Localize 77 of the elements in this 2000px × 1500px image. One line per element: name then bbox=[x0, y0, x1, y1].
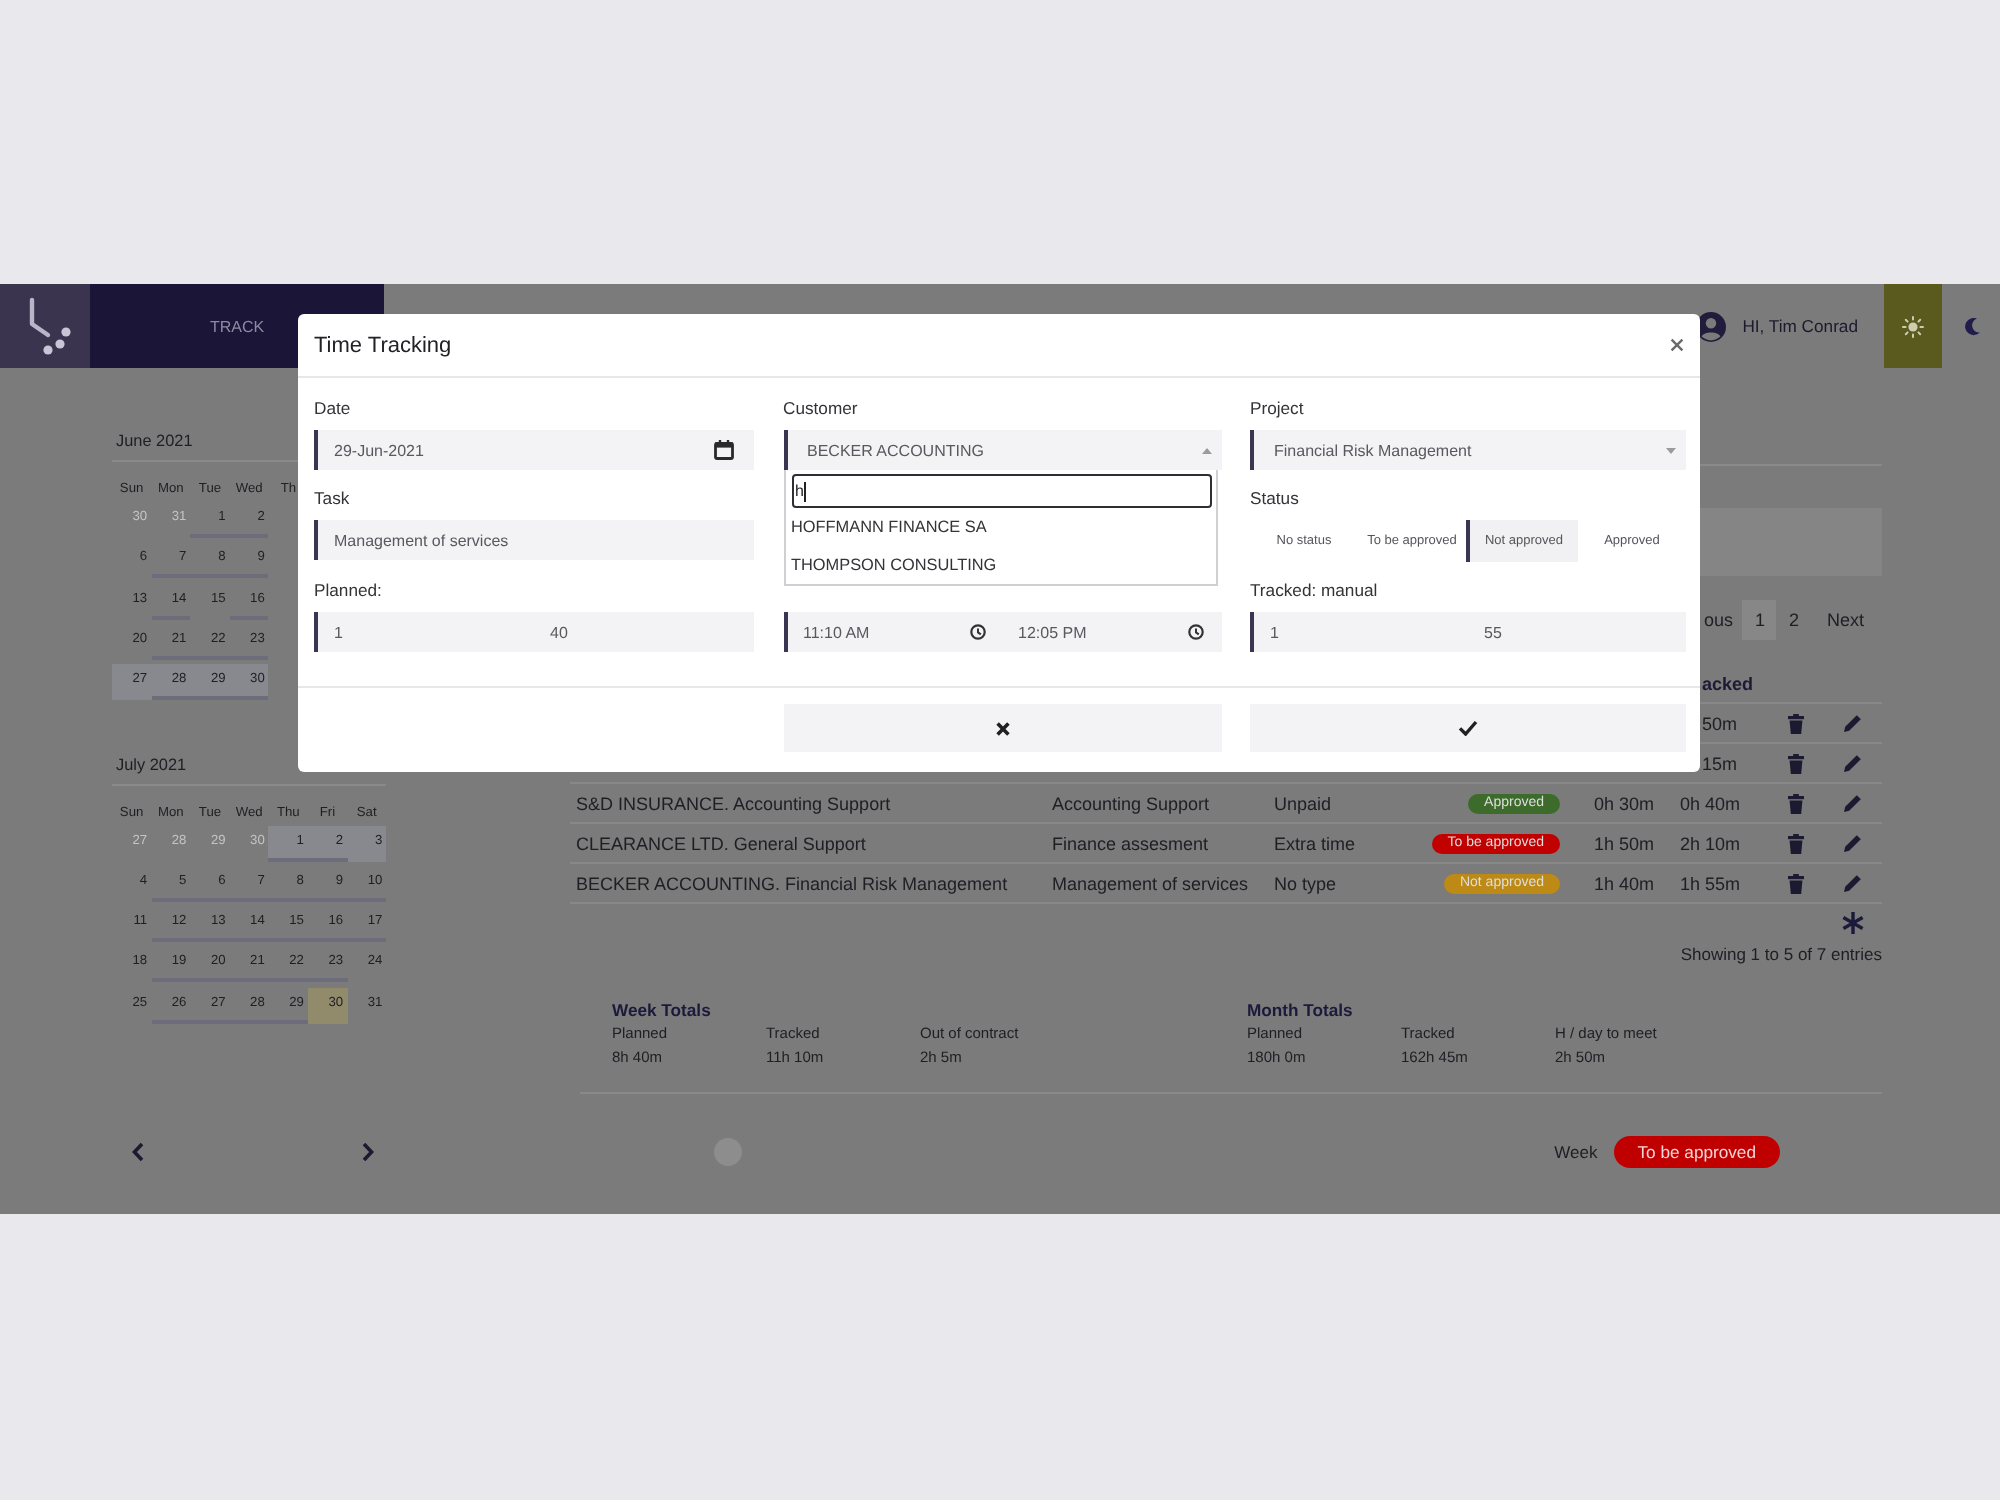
table-cell-text: 1h 50m bbox=[1592, 833, 1657, 853]
moon-icon bbox=[1963, 317, 1979, 335]
minutes-field[interactable]: 55 bbox=[1468, 612, 1686, 652]
cross-icon bbox=[995, 721, 1009, 735]
field-label: Date bbox=[314, 396, 353, 422]
entries-summary: Showing 1 to 5 of 7 entries bbox=[1678, 942, 1882, 966]
hours-field[interactable]: 1 bbox=[1250, 612, 1468, 652]
caret-up-icon bbox=[1201, 447, 1211, 453]
column-header: acked bbox=[1702, 673, 1756, 693]
end-time-field[interactable]: 12:05 PM bbox=[1002, 612, 1221, 652]
month-title: June 2021 bbox=[116, 430, 193, 454]
field-label: Task bbox=[314, 486, 352, 512]
dropdown-option[interactable]: THOMPSON CONSULTING bbox=[791, 546, 1211, 584]
table-cell-text: Management of services bbox=[1050, 873, 1251, 893]
week-status-badge: To be approved bbox=[1613, 1136, 1780, 1168]
table-cell-text: 50m bbox=[1702, 713, 1740, 733]
caret-down-icon bbox=[1666, 447, 1676, 453]
table-cell-text: 2h 10m bbox=[1678, 833, 1743, 853]
trash-icon[interactable] bbox=[1788, 753, 1804, 773]
table-cell-text: Extra time bbox=[1272, 833, 1358, 853]
table-cell-text: 1h 55m bbox=[1678, 873, 1743, 893]
asterisk-icon[interactable] bbox=[1842, 912, 1864, 934]
hours-field[interactable]: 1 bbox=[314, 612, 534, 652]
table-cell-text: 15m bbox=[1702, 753, 1740, 773]
page-number[interactable]: 1 bbox=[1742, 600, 1777, 640]
project-select[interactable]: Financial Risk Management bbox=[1250, 430, 1686, 470]
search-field[interactable]: h bbox=[791, 474, 1211, 508]
chevron-left-icon[interactable] bbox=[132, 1142, 144, 1162]
minutes-field[interactable]: 40 bbox=[534, 612, 754, 652]
field-label: Planned: bbox=[314, 578, 384, 604]
customer-select[interactable]: BECKER ACCOUNTING bbox=[783, 430, 1221, 470]
field-label: Tracked: manual bbox=[1250, 578, 1380, 604]
field-label: Project bbox=[1250, 396, 1306, 422]
user-greeting[interactable]: HI, Tim Conrad bbox=[1742, 316, 1858, 336]
table-cell-text: S&D INSURANCE. Accounting Support bbox=[574, 793, 893, 813]
trash-icon[interactable] bbox=[1788, 713, 1804, 733]
previous-page-link[interactable]: ous bbox=[1703, 610, 1733, 630]
pencil-icon[interactable] bbox=[1844, 834, 1862, 852]
check-icon bbox=[1458, 720, 1478, 736]
trash-icon[interactable] bbox=[1788, 873, 1804, 893]
pencil-icon[interactable] bbox=[1844, 754, 1862, 772]
table-cell-text: Accounting Support bbox=[1050, 793, 1212, 813]
table-cell-text: 0h 40m bbox=[1678, 793, 1743, 813]
table-cell-text: Unpaid bbox=[1272, 793, 1334, 813]
sun-icon bbox=[1902, 315, 1924, 337]
week-label: Week bbox=[1554, 1142, 1598, 1162]
light-theme-button[interactable] bbox=[1884, 284, 1942, 368]
table-cell-text: Finance assesment bbox=[1050, 833, 1211, 853]
page-number[interactable]: 2 bbox=[1776, 600, 1811, 640]
table-cell-text: 0h 30m bbox=[1592, 793, 1657, 813]
trash-icon[interactable] bbox=[1788, 833, 1804, 853]
date-field[interactable]: 29-Jun-2021 bbox=[314, 430, 754, 470]
trash-icon[interactable] bbox=[1788, 793, 1804, 813]
next-page-link[interactable]: Next bbox=[1826, 610, 1864, 630]
clock-icon[interactable] bbox=[1187, 624, 1203, 640]
field-label: Customer bbox=[783, 396, 860, 422]
table-cell-text: CLEARANCE LTD. General Support bbox=[574, 833, 868, 853]
clock-icon[interactable] bbox=[970, 624, 986, 640]
month-title: July 2021 bbox=[116, 753, 187, 777]
close-button[interactable] bbox=[1670, 338, 1684, 352]
totals-title: Week Totals bbox=[612, 998, 713, 1022]
table-cell-text: No type bbox=[1272, 873, 1339, 893]
table-cell-text: 1h 40m bbox=[1592, 873, 1657, 893]
table-cell-text: BECKER ACCOUNTING. Financial Risk Management bbox=[574, 873, 1010, 893]
chevron-right-icon[interactable] bbox=[362, 1142, 374, 1162]
logo-icon[interactable] bbox=[0, 284, 90, 368]
dropdown-option[interactable]: HOFFMANN FINANCE SA bbox=[791, 508, 1211, 546]
start-time-field[interactable]: 11:10 AM bbox=[783, 612, 1002, 652]
calendar-icon[interactable] bbox=[714, 440, 734, 460]
task-field[interactable]: Management of services bbox=[314, 520, 754, 560]
pencil-icon[interactable] bbox=[1844, 714, 1862, 732]
field-label: Status bbox=[1250, 486, 1301, 512]
close-icon bbox=[1670, 338, 1684, 352]
text-cursor-icon bbox=[804, 481, 807, 501]
pencil-icon[interactable] bbox=[1844, 794, 1862, 812]
pencil-icon[interactable] bbox=[1844, 874, 1862, 892]
totals-title: Month Totals bbox=[1247, 998, 1355, 1022]
